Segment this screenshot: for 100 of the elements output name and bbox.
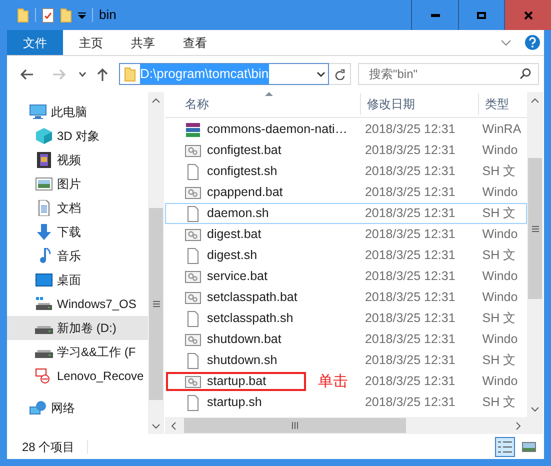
minimize-icon [430,14,440,16]
file-row[interactable]: setclasspath.sh 2018/3/25 12:31 SH 文 [165,308,527,329]
scroll-down-icon[interactable] [531,406,539,412]
nav-item[interactable]: 网络 [7,396,148,420]
modified-date: 2018/3/25 12:31 [364,310,456,328]
file-name: digest.bat [207,226,262,244]
nav-item[interactable]: 视频 [7,148,148,172]
horizontal-scrollbar[interactable] [165,417,527,434]
blank-file-icon [185,394,201,410]
close-icon [524,10,532,20]
modified-date: 2018/3/25 12:31 [364,247,456,264]
file-list-scrollbar[interactable] [527,92,543,417]
file-row[interactable]: configtest.bat 2018/3/25 12:31 Windo [165,140,527,161]
file-row[interactable]: setclasspath.bat 2018/3/25 12:31 Windo [165,287,527,308]
modified-date: 2018/3/25 12:31 [364,352,456,370]
nav-item[interactable]: 图片 [7,172,148,196]
item-count: 28 个项目 [22,438,75,456]
back-arrow-icon[interactable] [20,68,33,80]
help-icon[interactable] [525,35,540,50]
search-icon[interactable] [520,68,531,79]
nav-item[interactable]: Lenovo_Recove [7,364,148,388]
refresh-button[interactable] [329,63,351,85]
nav-item[interactable]: 此电脑 [7,100,148,124]
blank-file-icon [185,248,201,264]
file-type: SH 文 [481,163,518,180]
gear-window-icon [185,290,201,306]
scroll-thumb[interactable] [149,208,163,400]
file-name: setclasspath.sh [207,310,294,328]
file-name: digest.sh [207,247,258,264]
file-row[interactable]: startup.bat 单击 2018/3/25 12:31 Windo [165,371,527,392]
file-name: shutdown.bat [207,331,282,348]
column-header[interactable]: 名称 [165,93,360,115]
chevron-down-icon[interactable] [317,72,325,76]
scroll-left-icon[interactable] [171,422,176,430]
desktop-icon [35,272,53,288]
file-row[interactable]: startup.sh 2018/3/25 12:31 SH 文 [165,392,527,413]
dropdown-icon[interactable] [78,12,86,18]
file-name: service.bat [207,268,268,286]
gear-window-icon [185,184,201,200]
file-row[interactable]: shutdown.bat 2018/3/25 12:31 Windo [165,329,527,350]
nav-item[interactable]: 文档 [7,196,148,220]
blank-file-icon [185,352,201,368]
nav-item[interactable]: 下载 [7,220,148,244]
search-field[interactable]: 搜索"bin" [358,63,539,85]
gear-window-icon [185,374,201,390]
modified-date: 2018/3/25 12:31 [364,163,456,180]
blank-file-icon [185,206,201,222]
file-row[interactable]: daemon.sh 2018/3/25 12:31 SH 文 [165,203,527,224]
file-type: Windo [481,289,519,306]
address-text: D:\program\tomcat\bin [140,64,269,84]
file-name: cpappend.bat [207,184,283,202]
file-tab[interactable]: 文件 [7,30,63,55]
scroll-up-icon[interactable] [152,98,160,102]
nav-item[interactable]: Windows7_OS [7,292,148,316]
nav-scrollbar[interactable] [148,92,164,434]
folder-icon [60,8,72,22]
cube-icon [35,128,53,144]
file-name: setclasspath.bat [207,289,298,306]
network-icon [29,400,47,416]
file-row[interactable]: service.bat 2018/3/25 12:31 Windo [165,266,527,287]
chevron-down-icon[interactable] [79,72,86,76]
gear-window-icon [185,332,201,348]
file-type: Windo [481,226,519,244]
nav-item[interactable]: 新加卷 (D:) [7,316,148,340]
ribbon-tab[interactable]: 共享 [117,30,169,55]
file-row[interactable]: configtest.sh 2018/3/25 12:31 SH 文 [165,161,527,182]
nav-item[interactable]: 桌面 [7,268,148,292]
checklist-icon[interactable] [42,8,54,22]
grip-icon [292,422,298,429]
nav-item[interactable]: 3D 对象 [7,124,148,148]
scroll-right-icon[interactable] [516,422,521,430]
file-type: Windo [481,373,519,390]
file-row[interactable]: digest.sh 2018/3/25 12:31 SH 文 [165,245,527,266]
file-type: WinRA [481,121,522,138]
details-view-button[interactable] [495,436,515,456]
ribbon-tab[interactable]: 查看 [169,30,221,55]
gear-window-icon [185,142,201,158]
file-type: Windo [481,142,519,160]
nav-item[interactable]: 学习&&工作 (F [7,340,148,364]
modified-date: 2018/3/25 12:31 [364,184,456,202]
down-arrow-icon [35,224,53,240]
computer-icon [29,104,47,120]
close-button[interactable] [504,0,551,30]
gear-window-icon [185,226,201,242]
list-icon [498,440,512,452]
ribbon-tab[interactable]: 主页 [65,30,117,55]
window-title: bin [99,6,116,24]
modified-date: 2018/3/25 12:31 [364,142,456,160]
file-row[interactable]: digest.bat 2018/3/25 12:31 Windo [165,224,527,245]
scroll-down-icon[interactable] [152,424,160,428]
file-row[interactable]: cpappend.bat 2018/3/25 12:31 Windo [165,182,527,203]
scroll-thumb[interactable] [528,158,542,299]
column-header[interactable]: 修改日期 [360,93,478,115]
scroll-thumb[interactable] [184,418,406,433]
blank-file-icon [185,164,201,180]
scroll-up-icon[interactable] [531,98,539,102]
up-arrow-icon[interactable] [97,68,108,80]
file-row[interactable]: shutdown.sh 2018/3/25 12:31 SH 文 [165,350,527,371]
nav-item[interactable]: 音乐 [7,244,148,268]
file-row[interactable]: commons-daemon-nati… 2018/3/25 12:31 WinRA [165,119,527,140]
